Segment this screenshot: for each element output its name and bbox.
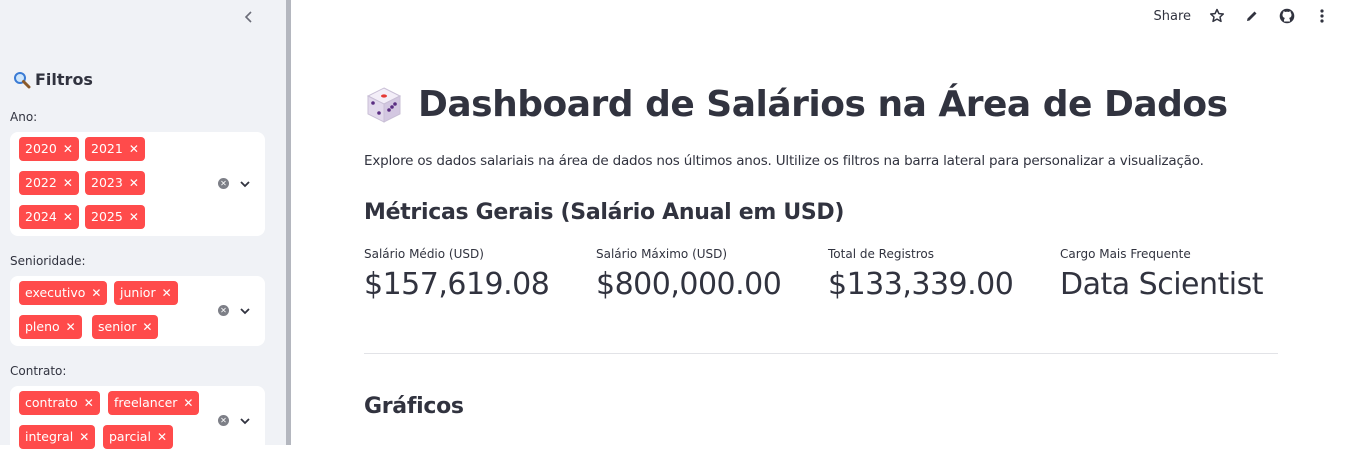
remove-tag-icon[interactable]: ✕ [129, 211, 139, 223]
magnifier-icon [14, 71, 31, 88]
tag-label: 2023 [91, 175, 123, 190]
tag-label: parcial [109, 429, 151, 444]
remove-tag-icon[interactable]: ✕ [84, 397, 94, 409]
remove-tag-icon[interactable]: ✕ [162, 287, 172, 299]
tag-chip[interactable]: pleno ✕ [19, 315, 82, 339]
tag-label: senior [98, 319, 137, 334]
divider [364, 353, 1278, 354]
remove-tag-icon[interactable]: ✕ [157, 431, 167, 443]
remove-tag-icon[interactable]: ✕ [183, 397, 193, 409]
tag-chip[interactable]: 2024 ✕ [19, 205, 79, 229]
multiselect-ano[interactable]: 2020 ✕ 2021 ✕ 2022 ✕ 2023 ✕ 2024 ✕ 2025 ✕ ✕ [10, 132, 265, 236]
remove-tag-icon[interactable]: ✕ [66, 321, 76, 333]
tag-label: 2024 [25, 209, 57, 224]
die-icon [366, 86, 402, 123]
tag-label: contrato [25, 395, 78, 410]
filter-label-ano: Ano: [10, 110, 38, 124]
star-icon[interactable] [1208, 7, 1226, 25]
tag-chip[interactable]: 2023 ✕ [85, 171, 145, 195]
page-title-text: Dashboard de Salários na Área de Dados [418, 84, 1228, 125]
chevron-left-icon [244, 11, 252, 23]
tag-chip[interactable]: executivo ✕ [19, 281, 108, 305]
metrics-heading: Métricas Gerais (Salário Anual em USD) [364, 200, 845, 225]
metric-value: $800,000.00 [596, 267, 782, 302]
page-title: Dashboard de Salários na Área de Dados [364, 84, 1228, 125]
tag-chip[interactable]: contrato ✕ [19, 391, 100, 415]
metric-label: Salário Médio (USD) [364, 247, 484, 261]
tag-chip[interactable]: 2020 ✕ [19, 137, 79, 161]
graphs-heading: Gráficos [364, 394, 464, 419]
tag-chip[interactable]: 2022 ✕ [19, 171, 79, 195]
github-icon[interactable] [1278, 7, 1296, 25]
tag-chip[interactable]: integral ✕ [19, 425, 96, 449]
filter-label-senioridade: Senioridade: [10, 254, 86, 268]
metric-total-records: Total de Registros $133,339.00 [828, 247, 1014, 302]
remove-tag-icon[interactable]: ✕ [63, 143, 73, 155]
clear-all-icon[interactable]: ✕ [218, 415, 229, 426]
remove-tag-icon[interactable]: ✕ [63, 211, 73, 223]
tag-chip[interactable]: 2021 ✕ [85, 137, 145, 161]
tag-label: 2025 [91, 209, 123, 224]
metric-label: Cargo Mais Frequente [1060, 247, 1191, 261]
remove-tag-icon[interactable]: ✕ [129, 177, 139, 189]
metric-label: Total de Registros [828, 247, 935, 261]
sidebar-title: Filtros [13, 70, 93, 89]
tag-chip[interactable]: junior ✕ [114, 281, 178, 305]
remove-tag-icon[interactable]: ✕ [91, 287, 101, 299]
clear-all-icon[interactable]: ✕ [218, 305, 229, 316]
tag-label: pleno [25, 319, 60, 334]
metric-value: $157,619.08 [364, 267, 550, 302]
pencil-icon[interactable] [1243, 7, 1261, 25]
collapse-sidebar-button[interactable] [240, 10, 258, 28]
chevron-down-icon[interactable] [239, 305, 251, 317]
metric-value: Data Scientist [1060, 267, 1264, 302]
tag-label: executivo [25, 285, 86, 300]
tag-label: integral [25, 429, 74, 444]
tag-label: 2020 [25, 141, 57, 156]
filter-label-contrato: Contrato: [10, 364, 67, 378]
sidebar-title-text: Filtros [35, 70, 93, 89]
multiselect-contrato[interactable]: contrato ✕ freelancer ✕ integral ✕ parcial ✕… [10, 386, 265, 456]
remove-tag-icon[interactable]: ✕ [63, 177, 73, 189]
tag-label: 2021 [91, 141, 123, 156]
clear-all-icon[interactable]: ✕ [218, 178, 229, 189]
sidebar: Filtros Ano: 2020 ✕ 2021 ✕ 2022 ✕ 2023 ✕ 202… [0, 0, 286, 456]
tag-chip[interactable]: parcial ✕ [103, 425, 173, 449]
tag-label: freelancer [114, 395, 178, 410]
metric-top-role: Cargo Mais Frequente Data Scientist [1060, 247, 1264, 302]
metric-average-salary: Salário Médio (USD) $157,619.08 [364, 247, 550, 302]
remove-tag-icon[interactable]: ✕ [79, 431, 89, 443]
remove-tag-icon[interactable]: ✕ [142, 321, 152, 333]
chevron-down-icon[interactable] [239, 178, 251, 190]
metric-value: $133,339.00 [828, 267, 1014, 302]
remove-tag-icon[interactable]: ✕ [129, 143, 139, 155]
tag-chip[interactable]: freelancer ✕ [108, 391, 200, 415]
chevron-down-icon[interactable] [239, 415, 251, 427]
metric-max-salary: Salário Máximo (USD) $800,000.00 [596, 247, 782, 302]
page-subtitle: Explore os dados salariais na área de da… [364, 153, 1204, 169]
more-vertical-icon[interactable] [1313, 7, 1331, 25]
tag-label: junior [120, 285, 156, 300]
tag-chip[interactable]: 2025 ✕ [85, 205, 145, 229]
tag-label: 2022 [25, 175, 57, 190]
multiselect-senioridade[interactable]: executivo ✕ junior ✕ pleno ✕ senior ✕ ✕ [10, 276, 265, 346]
share-button[interactable]: Share [1153, 9, 1191, 24]
main-content: Share Dashboard de Salários na Área de D… [291, 0, 1349, 445]
tag-chip[interactable]: senior ✕ [92, 315, 159, 339]
metric-label: Salário Máximo (USD) [596, 247, 728, 261]
top-toolbar: Share [1153, 6, 1331, 26]
